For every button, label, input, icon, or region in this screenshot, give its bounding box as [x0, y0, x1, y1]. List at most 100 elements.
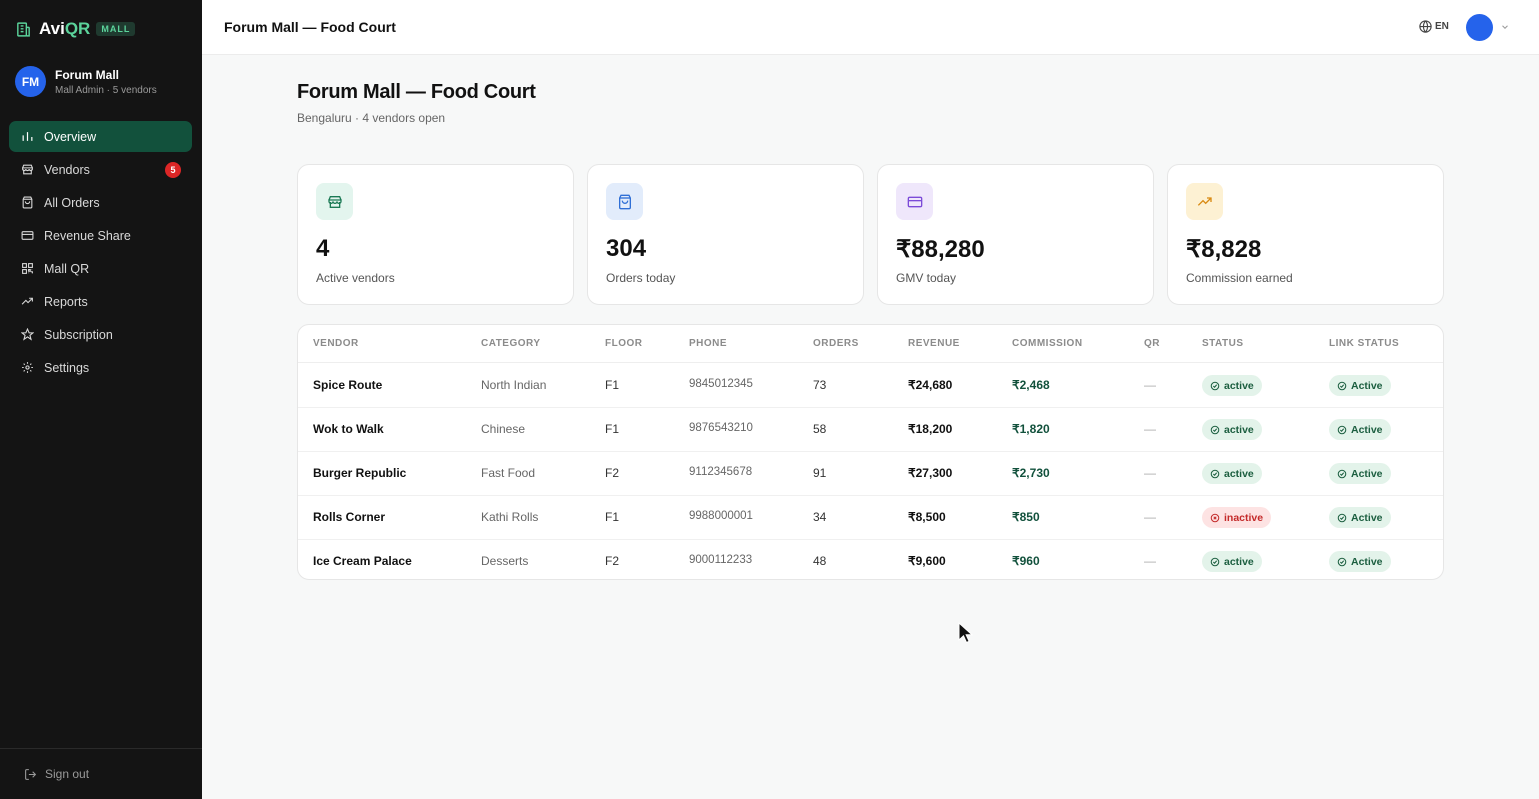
status-badge: active	[1202, 419, 1262, 440]
vendor-name[interactable]: Spice Route	[313, 378, 382, 392]
vendors-table: VENDOR CATEGORY FLOOR PHONE ORDERS REVEN…	[297, 324, 1444, 580]
column-header-status[interactable]: STATUS	[1202, 338, 1244, 349]
sign-out-button[interactable]: Sign out	[24, 767, 89, 781]
table-row[interactable]: Ice Cream Palace Desserts F2 9000112233 …	[298, 540, 1443, 579]
column-header-commission[interactable]: COMMISSION	[1012, 338, 1083, 349]
check-circle-icon	[1210, 469, 1220, 479]
stat-card-active-vendors: 4 Active vendors	[297, 164, 574, 305]
table-row[interactable]: Wok to Walk Chinese F1 9876543210 58 ₹18…	[298, 408, 1443, 452]
vendor-qr: —	[1144, 510, 1156, 524]
status-badge: active	[1202, 463, 1262, 484]
sidebar-nav: Overview Vendors 5 All Orders Revenue Sh…	[9, 121, 192, 385]
sidebar-item-vendors[interactable]: Vendors 5	[9, 154, 192, 185]
table-header: VENDOR CATEGORY FLOOR PHONE ORDERS REVEN…	[298, 325, 1443, 363]
stat-label: Orders today	[606, 271, 676, 285]
vendor-commission: ₹2,468	[1012, 378, 1050, 392]
bar-chart-icon	[20, 130, 34, 144]
language-label: EN	[1435, 21, 1449, 32]
column-header-category[interactable]: CATEGORY	[481, 338, 541, 349]
vendor-revenue: ₹24,680	[908, 378, 953, 392]
globe-icon	[1418, 19, 1433, 34]
top-bar: Forum Mall — Food Court EN	[202, 0, 1539, 55]
status-badge: active	[1202, 551, 1262, 572]
column-header-phone[interactable]: PHONE	[689, 338, 727, 349]
vendor-name[interactable]: Burger Republic	[313, 466, 406, 480]
link-status-badge: Active	[1329, 463, 1391, 484]
column-header-revenue[interactable]: REVENUE	[908, 338, 960, 349]
vendor-qr: —	[1144, 422, 1156, 436]
vendor-phone: 9112345678	[689, 466, 753, 478]
check-circle-icon	[1337, 381, 1347, 391]
vendor-orders: 73	[813, 378, 827, 392]
store-icon	[316, 183, 353, 220]
vendor-orders: 58	[813, 422, 827, 436]
language-selector[interactable]: EN	[1418, 19, 1449, 34]
page-title: Forum Mall — Food Court	[297, 81, 536, 103]
sidebar-item-label: Vendors	[44, 162, 90, 177]
check-circle-icon	[1210, 557, 1220, 567]
vendor-name[interactable]: Rolls Corner	[313, 510, 385, 524]
building-icon	[15, 20, 33, 38]
vendor-revenue: ₹18,200	[908, 422, 953, 436]
brand-logo[interactable]: AviQR MALL	[15, 18, 136, 40]
vendor-floor: F2	[605, 466, 620, 480]
sign-out-icon	[24, 768, 37, 781]
vendor-name[interactable]: Wok to Walk	[313, 422, 384, 436]
sidebar-item-revenue-share[interactable]: Revenue Share	[9, 220, 192, 251]
check-circle-icon	[1337, 425, 1347, 435]
column-header-link-status[interactable]: LINK STATUS	[1329, 338, 1399, 349]
column-header-vendor[interactable]: VENDOR	[313, 338, 359, 349]
vendor-name[interactable]: Ice Cream Palace	[313, 554, 412, 568]
link-status-badge: Active	[1329, 419, 1391, 440]
shopping-bag-icon	[20, 196, 34, 210]
stat-card-gmv-today: ₹88,280 GMV today	[877, 164, 1154, 305]
sidebar-item-reports[interactable]: Reports	[9, 286, 192, 317]
vendor-commission: ₹2,730	[1012, 466, 1050, 480]
column-header-qr[interactable]: QR	[1144, 338, 1160, 349]
vendor-commission: ₹960	[1012, 554, 1040, 568]
mouse-cursor-icon	[958, 621, 974, 649]
sidebar-item-settings[interactable]: Settings	[9, 352, 192, 383]
table-row[interactable]: Spice Route North Indian F1 9845012345 7…	[298, 364, 1443, 408]
stat-value: 304	[606, 235, 647, 262]
vendor-floor: F1	[605, 422, 620, 436]
vendor-revenue: ₹9,600	[908, 554, 946, 568]
table-row[interactable]: Burger Republic Fast Food F2 9112345678 …	[298, 452, 1443, 496]
vendor-category: Fast Food	[481, 466, 536, 480]
vendor-commission: ₹850	[1012, 510, 1040, 524]
vendor-category: Kathi Rolls	[481, 510, 539, 524]
profile-card[interactable]: FM Forum Mall Mall Admin · 5 vendors	[15, 66, 157, 97]
check-circle-icon	[1337, 513, 1347, 523]
vendor-floor: F1	[605, 510, 620, 524]
sidebar-item-subscription[interactable]: Subscription	[9, 319, 192, 350]
vendor-qr: —	[1144, 466, 1156, 480]
stat-value: ₹88,280	[896, 236, 985, 263]
column-header-orders[interactable]: ORDERS	[813, 338, 859, 349]
column-header-floor[interactable]: FLOOR	[605, 338, 643, 349]
sidebar-item-mall-qr[interactable]: Mall QR	[9, 253, 192, 284]
link-status-badge: Active	[1329, 375, 1391, 396]
profile-role: Mall Admin · 5 vendors	[55, 84, 157, 96]
stat-label: GMV today	[896, 271, 957, 285]
vendor-category: Desserts	[481, 554, 529, 568]
qr-code-icon	[20, 262, 34, 276]
check-circle-icon	[1337, 469, 1347, 479]
avatar: FM	[15, 66, 46, 97]
trending-up-icon	[20, 295, 34, 309]
stat-label: Active vendors	[316, 271, 395, 285]
sidebar-item-label: Mall QR	[44, 261, 90, 276]
chevron-down-icon[interactable]	[1500, 22, 1510, 32]
check-circle-icon	[1210, 425, 1220, 435]
shopping-bag-icon	[606, 183, 643, 220]
sidebar-item-overview[interactable]: Overview	[9, 121, 192, 152]
vendor-phone: 9845012345	[689, 378, 753, 390]
table-row[interactable]: Rolls Corner Kathi Rolls F1 9988000001 3…	[298, 496, 1443, 540]
store-icon	[20, 163, 34, 177]
sidebar-item-all-orders[interactable]: All Orders	[9, 187, 192, 218]
vendor-floor: F2	[605, 554, 620, 568]
vendor-phone: 9876543210	[689, 422, 753, 434]
user-avatar[interactable]	[1466, 14, 1493, 41]
stat-label: Commission earned	[1186, 271, 1293, 285]
topbar-title: Forum Mall — Food Court	[224, 19, 396, 35]
stat-card-orders-today: 304 Orders today	[587, 164, 864, 305]
